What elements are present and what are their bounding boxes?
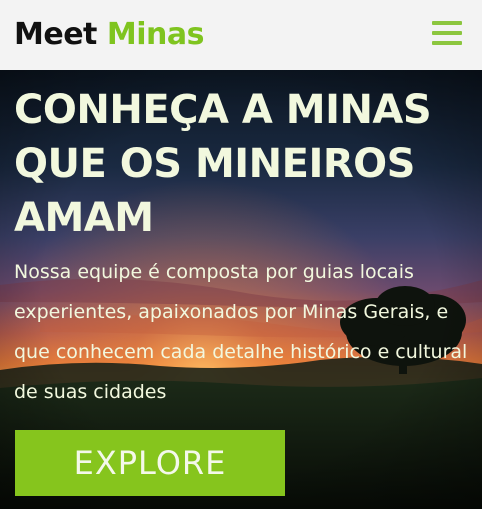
site-logo[interactable]: Meet Minas — [14, 15, 204, 55]
hamburger-menu-icon[interactable] — [432, 21, 462, 47]
brand-word-meet: Meet — [14, 17, 97, 52]
hero-headline: CONHEÇA A MINAS QUE OS MINEIROS AMAM — [14, 87, 432, 241]
site-header: Meet Minas — [0, 0, 482, 70]
page: Meet Minas CONHEÇA A MINAS QUE OS MINEIR… — [0, 0, 482, 509]
explore-button[interactable]: EXPLORE — [15, 430, 285, 496]
menu-bar-top — [432, 21, 462, 25]
hero-description: Nossa equipe é composta por guias locais… — [14, 261, 468, 403]
menu-bar-bottom — [432, 41, 462, 45]
menu-bar-middle — [432, 31, 462, 35]
brand-word-minas: Minas — [106, 17, 205, 52]
